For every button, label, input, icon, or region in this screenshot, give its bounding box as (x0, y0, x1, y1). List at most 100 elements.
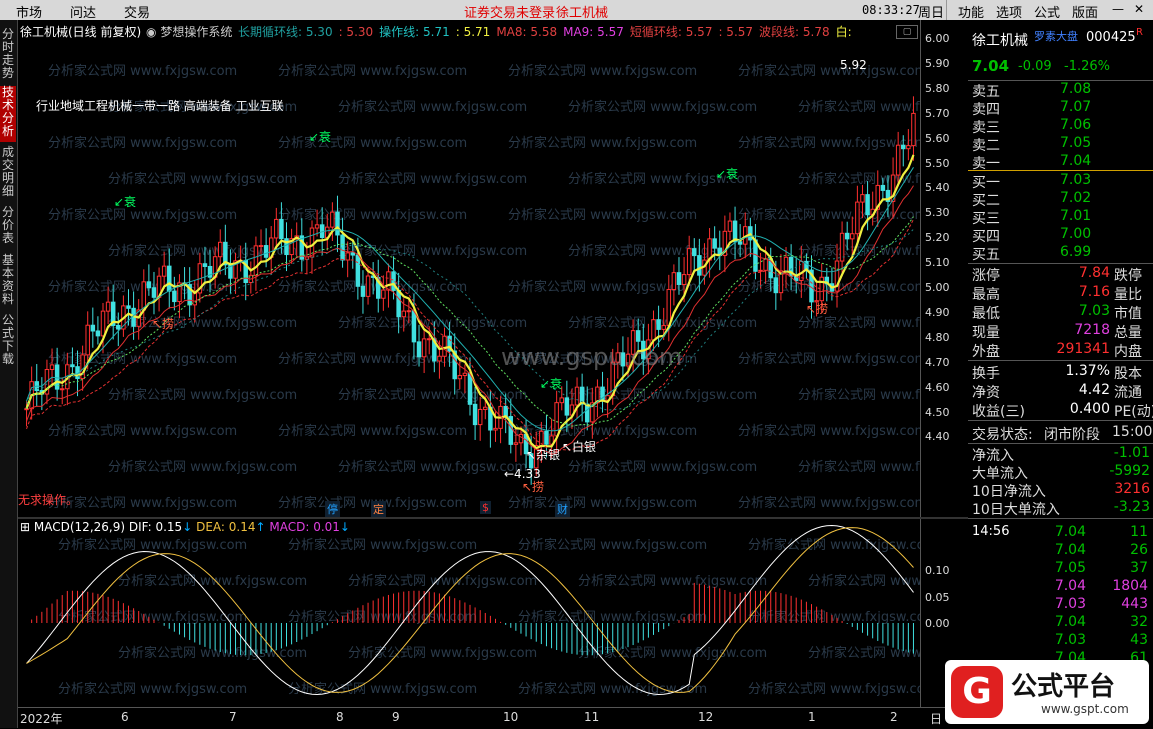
menu-function[interactable]: 功能 (958, 2, 984, 21)
macd-panel[interactable]: 分析家公式网 www.fxjgsw.com 分析家公式网 www.fxjgsw.c… (18, 519, 920, 707)
candle (314, 224, 320, 229)
gspt-logo: G 公式平台 www.gspt.com (945, 660, 1149, 724)
candle (70, 364, 75, 368)
watermark-text: 分析家公式网 www.fxjgsw.com (508, 63, 697, 79)
watermark-text: 分析家公式网 www.fxjgsw.com (578, 573, 767, 589)
candle (712, 238, 717, 249)
chart-annotation: ↙衰 (114, 195, 137, 209)
ask-row: 卖三 7.06 (972, 117, 1152, 136)
watermark-text: 分析家公式网 www.fxjgsw.com (508, 135, 697, 151)
tab-basic-info[interactable]: 基本资料 (0, 254, 16, 310)
watermark-text: 分析家公式网 www.fxjgsw.com (798, 459, 920, 475)
watermark-text: 分析家公式网 www.fxjgsw.com (48, 135, 237, 151)
bid-label: 买五 (972, 247, 1000, 263)
tab-formula-download[interactable]: 公式下载 (0, 314, 16, 370)
expand-icon[interactable]: ▢ (896, 25, 918, 39)
watermark-text: 分析家公式网 www.fxjgsw.com (108, 171, 297, 187)
chart-annotation: ↙衰 (716, 167, 739, 181)
tab-trades[interactable]: 成交明细 (0, 146, 16, 202)
chart-title: 徐工机械(日线 前复权) (20, 25, 142, 39)
menu-options[interactable]: 选项 (996, 2, 1022, 21)
event-marker[interactable]: $ (480, 501, 491, 514)
candle (472, 403, 478, 426)
candle (574, 386, 580, 406)
candle (737, 241, 743, 245)
watermark-text: 分析家公式网 www.fxjgsw.com (748, 681, 920, 697)
menu-layout[interactable]: 版面 (1072, 2, 1098, 21)
chart-annotation: ↙衰 (540, 377, 563, 391)
menu-trade[interactable]: 交易 (124, 2, 150, 21)
candle (381, 289, 386, 299)
candle (544, 430, 549, 445)
event-marker[interactable]: 停 (325, 501, 340, 517)
macd-title: ⊞ MACD(12,26,9) DIF: 0.15↓ DEA: 0.14↑ MA… (20, 520, 350, 534)
watermark-text: 分析家公式网 www.fxjgsw.com (58, 681, 247, 697)
price-tick: 4.80 (925, 330, 950, 344)
candle (217, 241, 223, 258)
ask-price: 7.05 (1060, 135, 1092, 151)
watermark-text: 分析家公式网 www.fxjgsw.com (578, 645, 767, 661)
sector-text: 行业地域工程机械一带一路 高端装备 工业互联 (36, 99, 284, 113)
close-icon[interactable]: ✕ (1134, 2, 1144, 16)
kline-chart[interactable]: 分析家公式网 www.fxjgsw.com 分析家公式网 www.fxjgsw.c… (18, 20, 920, 517)
candle (697, 255, 702, 276)
bid-row: 买二 7.02 (972, 190, 1152, 209)
date-tick: 8 (336, 710, 344, 724)
watermark-text: 分析家公式网 www.fxjgsw.com (338, 99, 527, 115)
menu-formula[interactable]: 公式 (1034, 2, 1060, 21)
candle (457, 375, 463, 380)
candle (564, 397, 570, 416)
event-marker[interactable]: 财 (555, 501, 570, 517)
menu-wenda[interactable]: 问达 (70, 2, 96, 21)
ask-label: 卖三 (972, 120, 1000, 136)
price-tick: 4.70 (925, 355, 950, 369)
candle (483, 406, 488, 410)
bid-label: 买三 (972, 211, 1000, 227)
watermark-text: 分析家公式网 www.fxjgsw.com (568, 459, 757, 475)
flow-row: 10日大单流入 -3.23 (972, 499, 1152, 518)
tick-volume: 26 (1130, 542, 1148, 558)
watermark-text: 分析家公式网 www.fxjgsw.com (48, 423, 237, 439)
watermark-text: 分析家公式网 www.fxjgsw.com (338, 171, 527, 187)
candle (90, 324, 96, 332)
tick-volume: 43 (1130, 632, 1148, 648)
minimize-icon[interactable]: — (1112, 2, 1124, 16)
logo-url: www.gspt.com (1041, 702, 1129, 716)
candle (396, 289, 401, 318)
candle (758, 269, 763, 272)
macd-expand-icon[interactable]: ⊞ (20, 520, 30, 534)
tab-intraday[interactable]: 分时走势 (0, 28, 16, 82)
menu-market[interactable]: 市场 (16, 2, 42, 21)
indicator-3: : 5.71 (455, 25, 491, 39)
flow-row: 大单流入 -5992 (972, 463, 1152, 482)
watermark-text: 分析家公式网 www.fxjgsw.com (798, 99, 920, 115)
watermark-text: 分析家公式网 www.fxjgsw.com (508, 207, 697, 223)
candle (192, 292, 198, 306)
top-menu-bar: 市场 问达 交易 证券交易未登录 徐工机械 08:33:27 周日 功能 选项 … (0, 0, 1153, 21)
quote-sector[interactable]: 罗素大盘 (1034, 28, 1078, 44)
system-dropdown[interactable]: ◉ 梦想操作系统 (146, 23, 232, 40)
macd-dif: DIF: 0.15 (128, 520, 183, 534)
bid-price: 7.00 (1060, 226, 1092, 242)
tick-row: 7.04 1804 (972, 578, 1152, 597)
stat2-value: 4.42 (1078, 382, 1110, 398)
watermark-text: 分析家公式网 www.fxjgsw.com (288, 609, 477, 625)
candle (253, 245, 259, 276)
login-notice[interactable]: 证券交易未登录 (464, 2, 555, 21)
date-tick: 日 (930, 712, 943, 726)
tick-price: 7.03 (1054, 632, 1086, 648)
candle (421, 338, 427, 358)
stat2-label: 换手 (972, 366, 1000, 382)
candle (880, 184, 886, 191)
tab-technical[interactable]: 技术分析 (0, 86, 16, 142)
candle (100, 310, 106, 337)
tick-row: 7.04 26 (972, 542, 1152, 561)
watermark-text: 分析家公式网 www.fxjgsw.com (348, 645, 537, 661)
stat-row: 最高 7.16 量比 (972, 284, 1152, 303)
tick-row: 7.03 43 (972, 632, 1152, 651)
bid-label: 买一 (972, 175, 1000, 191)
candle (727, 220, 733, 232)
tab-price-table[interactable]: 分价表 (0, 206, 16, 250)
event-marker[interactable]: 定 (371, 501, 386, 517)
stat-label-right: 量比 (1114, 287, 1142, 303)
